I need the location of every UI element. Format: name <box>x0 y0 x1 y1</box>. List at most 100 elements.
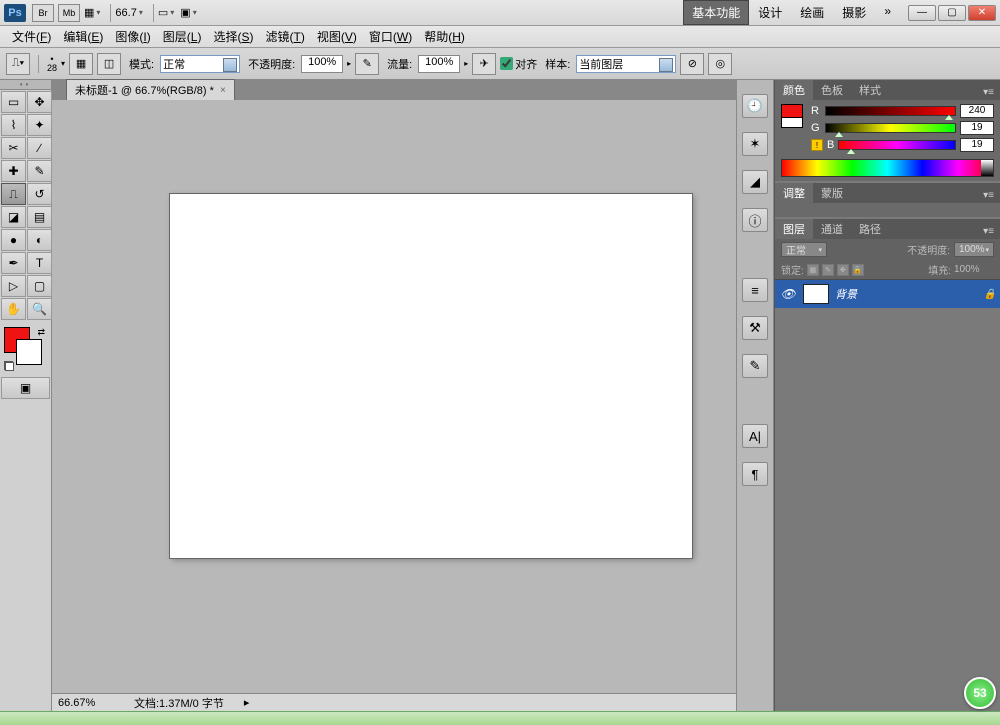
layer-thumbnail[interactable] <box>803 284 829 304</box>
color-preview[interactable] <box>781 104 803 155</box>
lock-transparency-icon[interactable]: ▦ <box>807 264 819 276</box>
notification-badge[interactable]: 53 <box>964 677 996 709</box>
histogram-panel-icon[interactable]: ◢ <box>742 170 768 194</box>
navigator-panel-icon[interactable]: ✶ <box>742 132 768 156</box>
g-slider[interactable] <box>825 123 956 133</box>
sample-select[interactable]: 当前图层 <box>576 55 676 73</box>
status-zoom[interactable]: 66.67% <box>58 697 114 709</box>
workspace-tab-essentials[interactable]: 基本功能 <box>683 0 749 25</box>
current-tool-icon[interactable]: ⎍▾ <box>6 53 30 75</box>
lock-position-icon[interactable]: ✥ <box>837 264 849 276</box>
move-tool[interactable]: ✥ <box>27 91 52 113</box>
layer-row-background[interactable]: 👁 背景 🔒 <box>775 280 1000 308</box>
flow-input[interactable]: 100% <box>418 55 460 73</box>
canvas[interactable] <box>170 194 692 558</box>
actions-panel-icon[interactable]: ≡ <box>742 278 768 302</box>
healing-tool[interactable]: ✚ <box>1 160 26 182</box>
spectrum-picker[interactable] <box>781 159 994 177</box>
zoom-tool[interactable]: 🔍 <box>27 298 52 320</box>
zoom-level-dropdown[interactable]: 66.7 <box>115 7 142 19</box>
tab-adjustments[interactable]: 调整 <box>775 183 813 203</box>
brushes-panel-icon[interactable]: ✎ <box>742 354 768 378</box>
tab-channels[interactable]: 通道 <box>813 219 851 239</box>
workspace-tab-painting[interactable]: 绘画 <box>791 0 833 25</box>
b-input[interactable]: 19 <box>960 138 994 152</box>
r-slider[interactable] <box>825 106 956 116</box>
tool-presets-panel-icon[interactable]: ⚒ <box>742 316 768 340</box>
info-panel-icon[interactable]: ⓘ <box>742 208 768 232</box>
minibridge-button[interactable]: Mb <box>58 4 80 22</box>
layer-name[interactable]: 背景 <box>835 286 857 302</box>
adjust-panel-menu-icon[interactable]: ▾≡ <box>977 188 1000 203</box>
lock-pixels-icon[interactable]: ✎ <box>822 264 834 276</box>
lock-all-icon[interactable]: 🔒 <box>852 264 864 276</box>
ignore-adjust-icon[interactable]: ⊘ <box>680 53 704 75</box>
crop-tool[interactable]: ✂ <box>1 137 26 159</box>
menu-select[interactable]: 选择(S) <box>207 26 259 47</box>
opacity-input[interactable]: 100% <box>301 55 343 73</box>
layers-panel-menu-icon[interactable]: ▾≡ <box>977 224 1000 239</box>
dodge-tool[interactable]: ◐ <box>27 229 52 251</box>
menu-layer[interactable]: 图层(L) <box>157 26 208 47</box>
path-select-tool[interactable]: ▷ <box>1 275 26 297</box>
eraser-tool[interactable]: ◪ <box>1 206 26 228</box>
workspace-tab-design[interactable]: 设计 <box>749 0 791 25</box>
lasso-tool[interactable]: ⌇ <box>1 114 26 136</box>
menu-file[interactable]: 文件(F) <box>6 26 57 47</box>
quick-select-tool[interactable]: ✦ <box>27 114 52 136</box>
layer-fill-input[interactable]: 100% <box>954 264 994 275</box>
view-arrange-dropdown[interactable]: ▦ <box>84 6 100 19</box>
shape-tool[interactable]: ▢ <box>27 275 52 297</box>
tablet-size-icon[interactable]: ◎ <box>708 53 732 75</box>
screen-mode-dropdown[interactable]: ▭ <box>158 6 174 19</box>
history-brush-tool[interactable]: ↺ <box>27 183 52 205</box>
maximize-button[interactable]: ▢ <box>938 5 966 21</box>
layer-opacity-input[interactable]: 100% <box>954 242 994 257</box>
tab-color[interactable]: 颜色 <box>775 80 813 100</box>
blend-mode-select[interactable]: 正常 <box>160 55 240 73</box>
tab-swatches[interactable]: 色板 <box>813 80 851 100</box>
tab-masks[interactable]: 蒙版 <box>813 183 851 203</box>
menu-help[interactable]: 帮助(H) <box>418 26 471 47</box>
b-slider[interactable] <box>838 140 956 150</box>
airbrush-icon[interactable]: ✈ <box>472 53 496 75</box>
close-document-icon[interactable]: × <box>220 85 226 96</box>
status-doc-info[interactable]: 文档:1.37M/0 字节 <box>134 695 224 711</box>
pen-tool[interactable]: ✒ <box>1 252 26 274</box>
swap-colors-icon[interactable]: ⇄ <box>37 327 45 338</box>
brush-tool[interactable]: ✎ <box>27 160 52 182</box>
canvas-viewport[interactable] <box>52 100 736 693</box>
minimize-button[interactable]: — <box>908 5 936 21</box>
os-taskbar[interactable] <box>0 711 1000 725</box>
type-tool[interactable]: T <box>27 252 52 274</box>
hand-tool[interactable]: ✋ <box>1 298 26 320</box>
g-input[interactable]: 19 <box>960 121 994 135</box>
aligned-checkbox[interactable]: 对齐 <box>500 56 537 72</box>
workspace-tab-photography[interactable]: 摄影 <box>833 0 875 25</box>
marquee-tool[interactable]: ▭ <box>1 91 26 113</box>
default-colors-icon[interactable] <box>4 361 14 371</box>
tab-paths[interactable]: 路径 <box>851 219 889 239</box>
background-color[interactable] <box>16 339 42 365</box>
tablet-opacity-icon[interactable]: ✎ <box>355 53 379 75</box>
layers-empty-area[interactable] <box>775 308 1000 711</box>
tools-handle[interactable] <box>0 80 51 90</box>
tab-styles[interactable]: 样式 <box>851 80 889 100</box>
menu-view[interactable]: 视图(V) <box>311 26 363 47</box>
brush-preset-picker[interactable]: •28 <box>47 55 57 73</box>
layer-visibility-icon[interactable]: 👁 <box>779 287 797 301</box>
menu-filter[interactable]: 滤镜(T) <box>259 26 310 47</box>
workspace-more-button[interactable]: » <box>875 0 900 25</box>
tab-layers[interactable]: 图层 <box>775 219 813 239</box>
layer-blend-mode-select[interactable]: 正常 <box>781 242 827 257</box>
menu-edit[interactable]: 编辑(E) <box>57 26 109 47</box>
gradient-tool[interactable]: ▤ <box>27 206 52 228</box>
menu-window[interactable]: 窗口(W) <box>363 26 418 47</box>
paragraph-panel-icon[interactable]: ¶ <box>742 462 768 486</box>
standard-mode-icon[interactable]: ▣ <box>1 377 50 399</box>
gamut-warning-icon[interactable]: ! <box>811 139 823 151</box>
blur-tool[interactable]: ● <box>1 229 26 251</box>
close-button[interactable]: ✕ <box>968 5 996 21</box>
color-panel-menu-icon[interactable]: ▾≡ <box>977 85 1000 100</box>
eyedropper-tool[interactable]: ∕ <box>27 137 52 159</box>
